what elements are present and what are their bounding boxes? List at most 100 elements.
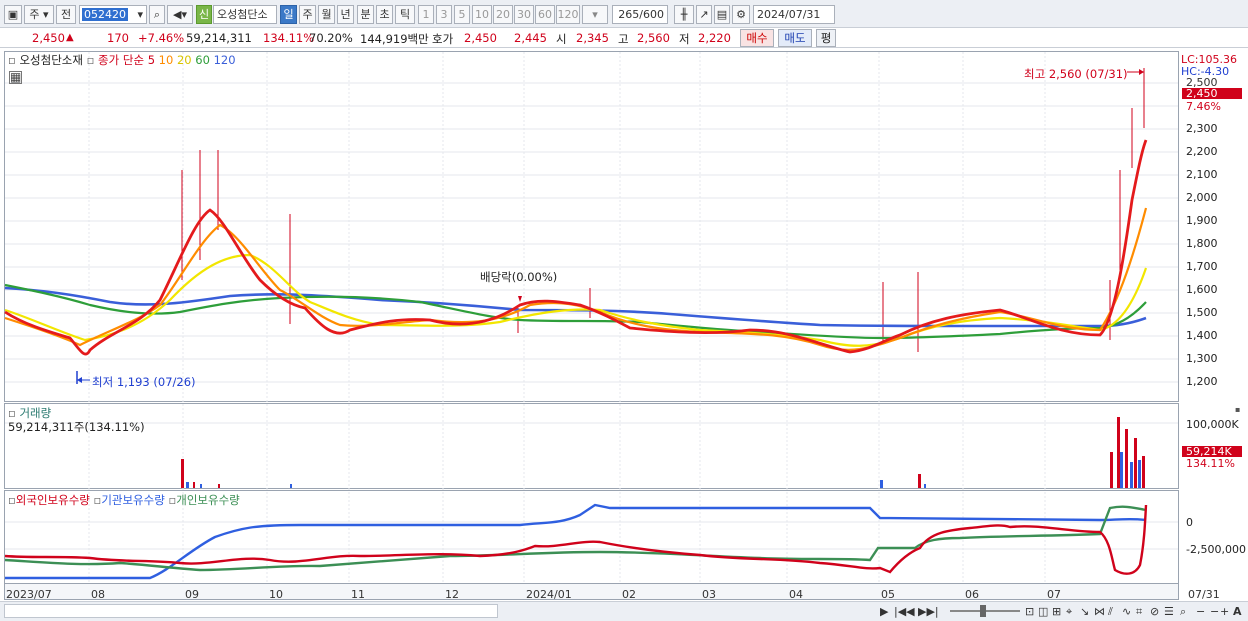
horizontal-scrollbar[interactable] [4,604,498,618]
axis-1800: 1,800 [1186,237,1218,250]
interval-dropdown[interactable]: ▾ [582,5,608,24]
search-icon[interactable]: ⌕ [149,5,165,24]
x-label-11: 11 [351,588,365,601]
line-tool-icon[interactable]: ⌖ [1066,605,1072,619]
legend-institution: 기관보유수량 [101,493,165,507]
search-zoom-icon[interactable]: ⌕ [1180,605,1186,619]
dividend-annotation: 배당락(0.00%) [480,270,558,284]
buy-button[interactable]: 매수 [740,29,774,47]
axis-1200: 1,200 [1186,375,1218,388]
interval-120[interactable]: 120 [556,5,580,24]
low-label: 저 [679,32,690,46]
eval-button[interactable]: 평 [816,29,836,47]
x-label-07: 07 [1047,588,1061,601]
count-field[interactable]: 265/600 [612,5,668,24]
new-badge: 신 [196,5,212,24]
market-type-label: 주 [29,8,40,21]
zoom-slider-handle[interactable] [980,605,986,617]
interval-5[interactable]: 5 [454,5,470,24]
text-tool-icon[interactable]: ⊘ [1150,605,1159,618]
holdings-axis-neg: -2,500,000 [1186,543,1246,556]
x-label-09: 09 [185,588,199,601]
scroll-right-icon[interactable]: ▶ [880,605,888,618]
interval-10[interactable]: 10 [472,5,492,24]
volume-axis-label: 100,000K [1186,418,1239,431]
sell-button[interactable]: 매도 [778,29,812,47]
period-second[interactable]: 초 [376,5,393,24]
interval-60[interactable]: 60 [535,5,555,24]
price-panel-close-icon[interactable]: ▪ [1235,405,1240,414]
crosshair-icon[interactable]: ⌗ [1136,605,1142,619]
interval-3[interactable]: 3 [436,5,452,24]
minus-icon[interactable]: − [1210,605,1219,618]
chart-tool-icon[interactable]: ↗ [696,5,712,24]
legend-box-icon: ▫ [8,53,16,67]
axis-1300: 1,300 [1186,352,1218,365]
channel-icon[interactable]: ⫽ [1108,605,1113,619]
axis-1600: 1,600 [1186,283,1218,296]
legend-ma120: 120 [213,53,236,67]
last-page-icon[interactable]: ▶▶| [918,605,939,618]
x-label-current-date: 07/31 [1188,588,1220,601]
x-label-2023-07: 2023/07 [6,588,52,601]
open-price: 2,345 [576,31,609,45]
holdings-box-icon: ▫ [8,493,16,507]
chart-area[interactable]: ▫ 오성첨단소재 ▫ 종가 단순 5 10 20 60 120 ▦ 최고 2,5… [0,50,1248,621]
stock-code-input[interactable]: 052420 ▾ [79,5,147,24]
change-percent: +7.46% [138,31,185,45]
low-price: 2,220 [698,31,731,45]
first-page-icon[interactable]: |◀◀ [894,605,915,618]
period-minute[interactable]: 분 [357,5,374,24]
axis-2200: 2,200 [1186,145,1218,158]
legend-box-icon-2: ▫ [86,53,95,67]
legend-close-label: 종가 단순 [98,53,145,67]
ask-price-2: 2,445 [514,31,547,45]
axis-1700: 1,700 [1186,260,1218,273]
x-label-12: 12 [445,588,459,601]
candle-type-icon[interactable]: ╫ [674,5,694,24]
holdings-legend: ▫외국인보유수량 ▫기관보유수량 ▫개인보유수량 [8,492,240,508]
period-icon[interactable]: ◫ [1038,605,1048,618]
interval-30[interactable]: 30 [514,5,534,24]
interval-20[interactable]: 20 [493,5,513,24]
layout-icon[interactable]: ▣ [4,5,22,24]
x-label-02: 02 [622,588,636,601]
fibonacci-icon[interactable]: ⋈ [1094,605,1105,618]
period-day[interactable]: 일 [280,5,297,24]
legend-individual: 개인보유수량 [176,493,240,507]
plus-icon[interactable]: + [1220,605,1229,618]
settings-gear-icon[interactable]: ⚙ [732,5,750,24]
drawing-icon[interactable]: ☰ [1164,605,1174,618]
date-field[interactable]: 2024/07/31 [753,5,835,24]
axis-2000: 2,000 [1186,191,1218,204]
stock-name-field[interactable]: 오성첨단소 [213,5,277,24]
zoom-out-icon[interactable]: − [1196,605,1205,618]
period-year[interactable]: 년 [337,5,354,24]
wave-icon[interactable]: ∿ [1122,605,1131,618]
market-type-select[interactable]: 주 ▾ [24,5,54,24]
compare-icon[interactable]: ⊞ [1052,605,1061,618]
interval-1[interactable]: 1 [418,5,434,24]
legend-ma10: 10 [158,53,174,67]
period-tick[interactable]: 틱 [395,5,415,24]
chart-svg [4,51,1242,600]
axis-1900: 1,900 [1186,214,1218,227]
sound-icon[interactable]: ◀▾ [167,5,193,24]
volume-value-label: 59,214,311주(134.11%) [8,420,145,434]
legend-foreign: 외국인보유수량 [15,493,90,507]
change-value: 170 [107,31,129,45]
auto-scale-icon[interactable]: A [1233,605,1242,618]
period-week[interactable]: 주 [299,5,316,24]
current-price: 2,450 [32,31,65,45]
volume-tag-pct: 134.11% [1186,457,1235,470]
table-icon[interactable]: ▦ [9,71,22,84]
zoom-tool-icon[interactable]: ⊡ [1025,605,1034,618]
prev-button[interactable]: 전 [56,5,76,24]
save-icon[interactable]: ▤ [714,5,730,24]
period-month[interactable]: 월 [318,5,335,24]
x-label-2024-01: 2024/01 [526,588,572,601]
volume-panel [4,403,1179,489]
toolbar: ▣ 주 ▾ 전 052420 ▾ ⌕ ◀▾ 신 오성첨단소 일 주 월 년 분 초… [0,0,1248,28]
trendline-icon[interactable]: ↘ [1080,605,1089,618]
stock-code-value: 052420 [82,8,128,21]
